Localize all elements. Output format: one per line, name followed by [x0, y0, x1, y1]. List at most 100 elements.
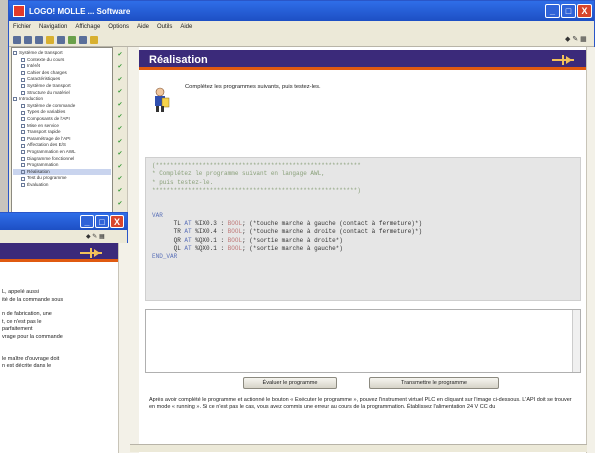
code-comment: (***************************************…: [152, 162, 361, 169]
text-line: le maître d'ouvrage doit: [2, 355, 60, 362]
window-title: LOGO! MOLLE ... Software: [29, 6, 131, 16]
tree-item[interactable]: Contexte du cours: [13, 57, 111, 64]
var-name: TL: [173, 220, 181, 228]
menu-item[interactable]: Affichage: [75, 24, 100, 30]
tree-item[interactable]: Transport rapide: [13, 129, 111, 136]
menu-item[interactable]: Navigation: [39, 24, 67, 30]
program-editor[interactable]: [145, 309, 581, 373]
tree-item[interactable]: Types de variables: [13, 109, 111, 116]
close-button[interactable]: X: [577, 4, 592, 18]
code-block: (***************************************…: [145, 157, 581, 301]
secondary-close-button[interactable]: X: [110, 215, 124, 228]
code-keyword: END_VAR: [152, 253, 178, 261]
secondary-minimize-button[interactable]: _: [80, 215, 94, 228]
help-icon[interactable]: [46, 35, 54, 44]
text-line: parfaitement: [2, 326, 33, 333]
menu-item[interactable]: Options: [108, 24, 129, 30]
back-icon[interactable]: [57, 35, 65, 44]
tree-item[interactable]: Système de transport: [13, 83, 111, 90]
folder-icon: [13, 97, 17, 102]
tree-item[interactable]: Système de commande: [13, 103, 111, 110]
text-line: n de fabrication, une: [2, 311, 52, 318]
tree-item[interactable]: Composants de l'API: [13, 116, 111, 123]
menu-item[interactable]: Aide: [180, 24, 192, 30]
tree-item[interactable]: Évaluation: [13, 182, 111, 189]
var-type: BOOL: [227, 236, 243, 244]
secondary-window: _ □ X ◆ ✎ ▦ L, appelé aussi ité de la co…: [0, 212, 128, 453]
menu-item[interactable]: Fichier: [13, 24, 31, 30]
menu-bar: Fichier Navigation Affichage Options Aid…: [9, 21, 594, 33]
check-icon: ✔: [117, 114, 123, 121]
title-bar[interactable]: LOGO! MOLLE ... Software: [9, 1, 594, 21]
check-icon: ✔: [117, 138, 123, 145]
tools-icon[interactable]: ✎: [92, 234, 97, 240]
tree-item[interactable]: Mise en service: [13, 123, 111, 130]
secondary-maximize-button[interactable]: □: [95, 215, 109, 228]
print-icon[interactable]: [35, 35, 43, 44]
page-icon: [21, 137, 25, 142]
content-scrollbar[interactable]: [586, 47, 595, 453]
tree-item[interactable]: Diagramme fonctionnel: [13, 156, 111, 163]
code-keyword: AT: [184, 244, 192, 252]
tree-item[interactable]: Paramétrage de l'API: [13, 136, 111, 143]
page-icon: [21, 77, 25, 82]
secondary-scrollbar[interactable]: [118, 243, 128, 453]
check-icon: ✔: [117, 64, 123, 71]
page-icon: [21, 130, 25, 135]
menu-item[interactable]: Aide: [137, 24, 149, 30]
check-icon: ✔: [117, 89, 123, 96]
secondary-text: L, appelé aussi ité de la commande sous …: [2, 289, 116, 371]
tree-item[interactable]: Intérêt: [13, 63, 111, 70]
check-icon: ✔: [117, 126, 123, 133]
bookmark-icon[interactable]: [90, 35, 98, 44]
var-comment: (*sortie marche à droite*): [249, 236, 343, 244]
evaluate-program-button[interactable]: Évaluer le programme: [243, 377, 337, 389]
page-title: Réalisation: [149, 54, 208, 66]
minimize-button[interactable]: _: [545, 4, 560, 18]
page-icon: [21, 143, 25, 148]
tools-icon[interactable]: ✎: [572, 36, 578, 43]
page-icon: [21, 104, 25, 109]
check-icon: ✔: [117, 101, 123, 108]
grid-icon[interactable]: ▦: [580, 36, 587, 43]
page-icon: [21, 57, 25, 62]
tree-item[interactable]: Cahier des charges: [13, 70, 111, 77]
tree-item[interactable]: Structure du matériel: [13, 90, 111, 97]
page-icon: [21, 90, 25, 95]
tree-item[interactable]: Test du programme: [13, 175, 111, 182]
save-icon[interactable]: [24, 35, 32, 44]
home-icon[interactable]: [13, 35, 21, 44]
app-icon: [13, 5, 25, 17]
code-keyword: AT: [184, 220, 192, 228]
search-icon[interactable]: [79, 35, 87, 44]
instructions-paragraph: Après avoir complété le programme et act…: [149, 397, 572, 411]
forward-icon[interactable]: [68, 35, 76, 44]
print-icon[interactable]: ◆: [86, 234, 91, 240]
page-icon: [21, 156, 25, 161]
grid-icon[interactable]: ▦: [99, 234, 105, 240]
menu-item[interactable]: Outils: [157, 24, 172, 30]
tree-item[interactable]: Caractéristiques: [13, 76, 111, 83]
person-icon: [155, 87, 170, 112]
code-keyword: VAR: [152, 211, 163, 219]
print-icon[interactable]: ◆: [565, 36, 570, 43]
maximize-button[interactable]: □: [561, 4, 576, 18]
var-comment: (*touche marche à droite (contact à ferm…: [249, 228, 423, 236]
tree-item[interactable]: Programmation en AWL: [13, 149, 111, 156]
tree-scrollbar[interactable]: [127, 47, 139, 453]
check-icon: ✔: [117, 52, 123, 58]
tree-item[interactable]: Programmation: [13, 162, 111, 169]
editor-scrollbar[interactable]: [572, 310, 580, 372]
text-line: ité de la commande sous: [2, 296, 64, 303]
tree-item[interactable]: Introduction: [13, 96, 111, 103]
tree-item[interactable]: Système de transport: [13, 50, 111, 57]
check-icon: ✔: [117, 163, 123, 170]
tree-item[interactable]: Affectation des E/S: [13, 142, 111, 149]
page-icon: [21, 176, 25, 181]
tree-item-selected[interactable]: Réalisation: [13, 168, 111, 176]
code-keyword: AT: [184, 228, 192, 236]
var-type: BOOL: [227, 244, 243, 252]
transfer-program-button[interactable]: Transmettre le programme: [369, 377, 499, 389]
var-address: %IX0.3: [195, 220, 217, 228]
